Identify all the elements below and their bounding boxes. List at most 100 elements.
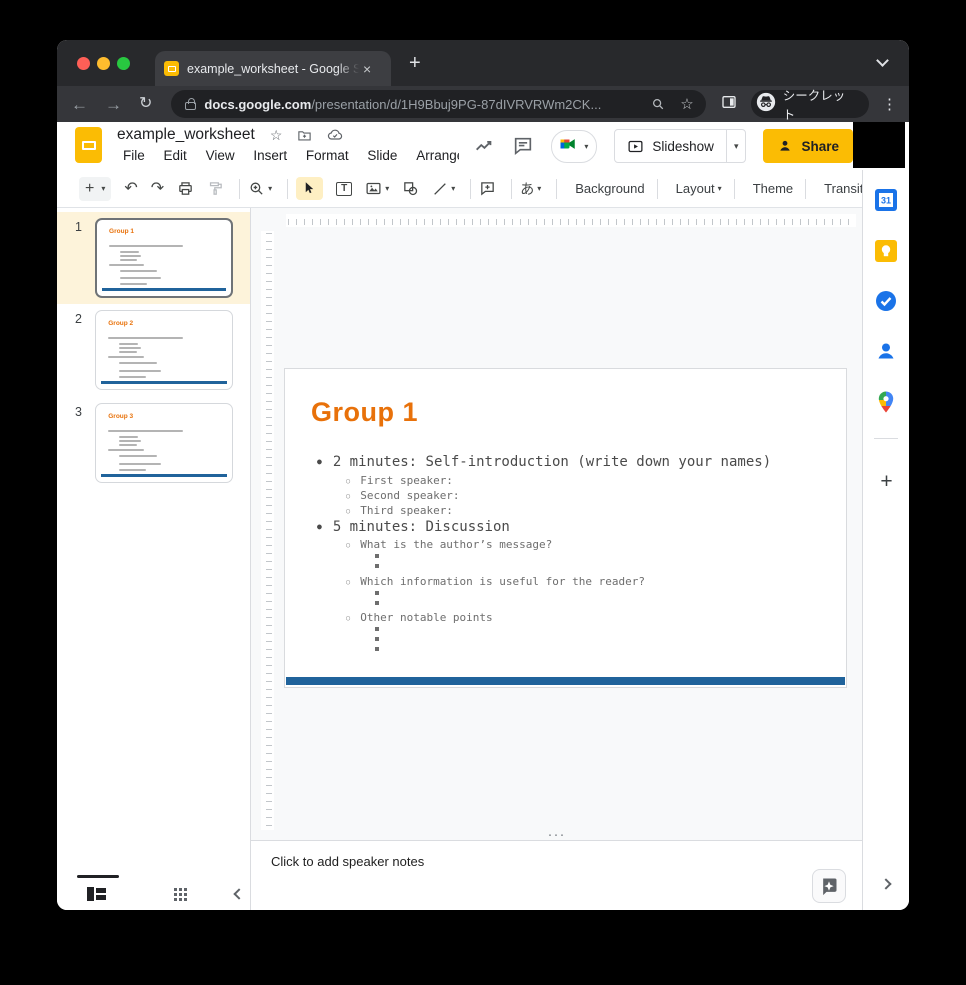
redo-icon[interactable]: ↷ bbox=[151, 181, 164, 197]
close-window-button[interactable] bbox=[77, 57, 90, 70]
menu-view[interactable]: View bbox=[202, 148, 239, 163]
theme-button[interactable]: Theme bbox=[743, 181, 803, 196]
minimize-window-button[interactable] bbox=[97, 57, 110, 70]
background-button[interactable]: Background bbox=[565, 181, 654, 196]
ime-caret-icon: ▾ bbox=[537, 184, 541, 193]
menu-arrange[interactable]: Arrange bbox=[412, 148, 465, 163]
undo-icon[interactable]: ↶ bbox=[124, 181, 137, 197]
select-tool-button[interactable] bbox=[296, 177, 323, 200]
slide-bullet-level2[interactable]: Third speaker: bbox=[346, 504, 453, 517]
slide-bullet-level2[interactable]: Second speaker: bbox=[346, 489, 460, 502]
grid-view-icon[interactable] bbox=[174, 888, 187, 901]
google-contacts-icon[interactable] bbox=[874, 339, 898, 363]
slide-bullet-level2[interactable]: First speaker: bbox=[346, 474, 453, 487]
comments-icon[interactable] bbox=[512, 135, 534, 157]
insert-line-button[interactable]: ▾ bbox=[432, 181, 455, 197]
slide-thumbnail-1[interactable]: Group 1 bbox=[95, 218, 233, 298]
explore-button[interactable] bbox=[812, 869, 846, 903]
meet-presentation-button[interactable]: ▾ bbox=[551, 130, 597, 163]
get-add-ons-button[interactable]: + bbox=[863, 470, 909, 494]
layout-label: Layout bbox=[676, 181, 715, 196]
thumbnail-accent-bar bbox=[101, 381, 226, 384]
slide-bullet-level2[interactable]: Other notable points bbox=[346, 611, 493, 624]
google-meet-icon bbox=[559, 135, 577, 158]
thumbnail-text-line bbox=[120, 283, 147, 285]
expand-side-panel-icon[interactable] bbox=[880, 878, 891, 889]
tab-search-chevron-icon[interactable] bbox=[876, 54, 889, 67]
incognito-icon bbox=[756, 92, 776, 117]
slides-logo-icon[interactable] bbox=[75, 127, 102, 163]
empty-bullet-group[interactable] bbox=[375, 554, 379, 574]
slide-canvas[interactable]: Group 1 2 minutes: Self-introduction (wr… bbox=[284, 368, 847, 688]
new-tab-button[interactable]: + bbox=[409, 53, 421, 73]
collapse-filmstrip-icon[interactable] bbox=[233, 888, 244, 899]
thumbnail-text-line bbox=[109, 264, 144, 266]
menu-format[interactable]: Format bbox=[302, 148, 353, 163]
empty-bullet-group[interactable] bbox=[375, 627, 379, 657]
filmstrip-view-icon[interactable] bbox=[87, 887, 106, 901]
slide-bullet-level1[interactable]: 2 minutes: Self-introduction (write down… bbox=[317, 454, 771, 470]
menu-insert[interactable]: Insert bbox=[249, 148, 291, 163]
user-avatar[interactable] bbox=[853, 122, 905, 168]
thumbnail-text-line bbox=[119, 444, 137, 446]
incognito-badge[interactable]: シークレット bbox=[751, 90, 869, 118]
thumbnail-title: Group 1 bbox=[109, 228, 134, 235]
browser-menu-icon[interactable]: ⋮ bbox=[882, 95, 897, 113]
google-maps-icon[interactable] bbox=[874, 390, 898, 414]
text-box-tool-button[interactable]: T bbox=[336, 182, 352, 196]
url-path: /presentation/d/1H9Bbuj9PG-87dIVRVRWm2CK… bbox=[311, 97, 601, 112]
browser-tab[interactable]: example_worksheet - Google S × bbox=[155, 51, 391, 86]
insert-shape-button[interactable] bbox=[402, 180, 419, 197]
side-panel-icon[interactable] bbox=[721, 94, 737, 115]
print-icon[interactable] bbox=[177, 180, 194, 197]
zoom-page-icon[interactable] bbox=[651, 97, 665, 111]
speaker-notes-placeholder[interactable]: Click to add speaker notes bbox=[271, 854, 424, 869]
address-bar[interactable]: docs.google.com/presentation/d/1H9Bbuj9P… bbox=[171, 90, 705, 118]
slideshow-options-caret[interactable]: ▾ bbox=[727, 130, 746, 162]
slide-thumbnail-3[interactable]: Group 3 bbox=[95, 403, 233, 483]
new-slide-button[interactable]: +▾ bbox=[79, 177, 111, 201]
cloud-saved-icon[interactable] bbox=[327, 127, 343, 143]
slide-bullet-level2[interactable]: Which information is useful for the read… bbox=[346, 575, 645, 588]
menu-file[interactable]: File bbox=[119, 148, 149, 163]
thumbnail-text-line bbox=[108, 356, 143, 358]
share-button[interactable]: Share bbox=[763, 129, 853, 163]
move-to-folder-icon[interactable] bbox=[297, 128, 312, 143]
thumbnail-text-line bbox=[120, 277, 162, 279]
slide-thumbnail-2[interactable]: Group 2 bbox=[95, 310, 233, 390]
layout-button[interactable]: Layout▾ bbox=[666, 181, 732, 196]
thumbnail-text-line bbox=[119, 469, 146, 471]
activity-trend-icon[interactable] bbox=[473, 135, 495, 157]
thumbnail-title: Group 3 bbox=[108, 413, 133, 420]
input-method-button[interactable]: あ▾ bbox=[520, 179, 541, 199]
google-calendar-icon[interactable]: 31 bbox=[874, 188, 898, 212]
paint-format-icon[interactable] bbox=[207, 180, 224, 197]
star-document-icon[interactable]: ☆ bbox=[270, 128, 283, 142]
fullscreen-window-button[interactable] bbox=[117, 57, 130, 70]
back-icon[interactable]: ← bbox=[71, 96, 88, 113]
insert-image-button[interactable]: ▾ bbox=[365, 180, 389, 197]
google-keep-icon[interactable] bbox=[874, 239, 898, 263]
thumbnail-text-line bbox=[120, 251, 139, 253]
zoom-icon[interactable]: ▾ bbox=[248, 180, 272, 197]
reload-icon[interactable]: ↻ bbox=[139, 96, 152, 112]
google-tasks-icon[interactable] bbox=[874, 289, 898, 313]
lock-icon[interactable] bbox=[185, 102, 196, 110]
slide-bullet-level2[interactable]: What is the author’s message? bbox=[346, 538, 552, 551]
speaker-notes-panel[interactable]: Click to add speaker notes bbox=[251, 840, 862, 910]
document-title[interactable]: example_worksheet bbox=[117, 126, 255, 144]
menu-slide[interactable]: Slide bbox=[363, 148, 401, 163]
image-caret-icon: ▾ bbox=[385, 184, 389, 193]
text-box-icon: T bbox=[336, 182, 352, 196]
slide-title[interactable]: Group 1 bbox=[311, 397, 418, 428]
insert-comment-button[interactable] bbox=[479, 180, 496, 197]
forward-icon[interactable]: → bbox=[105, 96, 122, 113]
menu-edit[interactable]: Edit bbox=[160, 148, 191, 163]
thumbnail-text-line bbox=[120, 255, 141, 257]
bookmark-star-icon[interactable]: ☆ bbox=[680, 97, 693, 112]
empty-bullet-group[interactable] bbox=[375, 591, 379, 611]
url-bar: ← → ↻ docs.google.com/presentation/d/1H9… bbox=[57, 86, 909, 122]
slide-bullet-level1[interactable]: 5 minutes: Discussion bbox=[317, 519, 510, 535]
slideshow-button[interactable]: Slideshow bbox=[615, 130, 727, 162]
close-tab-icon[interactable]: × bbox=[363, 62, 371, 76]
